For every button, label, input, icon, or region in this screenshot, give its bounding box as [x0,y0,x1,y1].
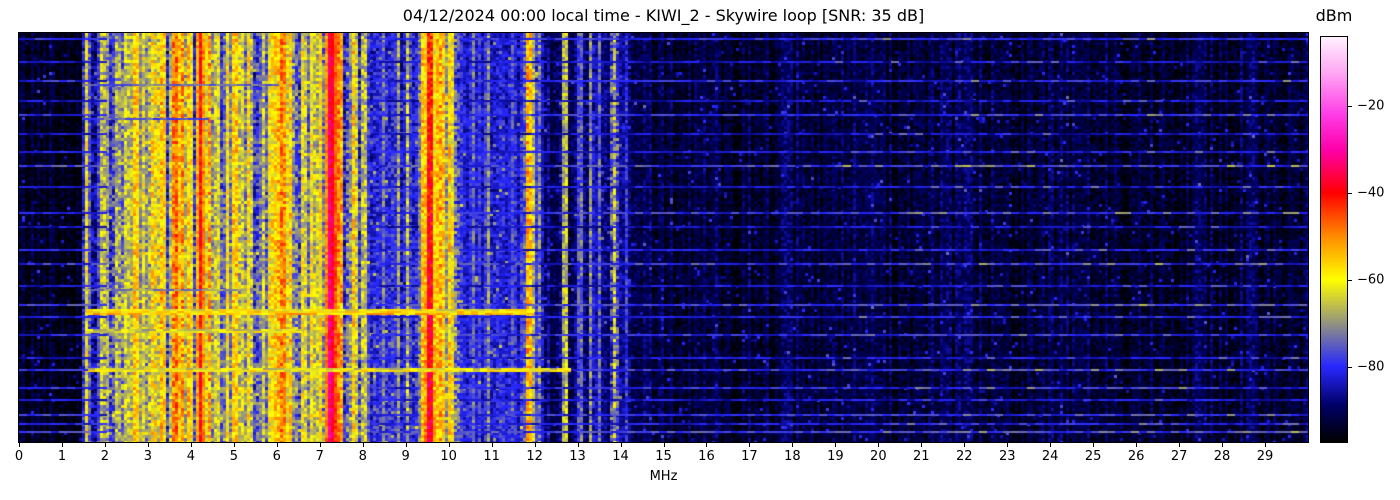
x-tick-label: 1 [57,449,67,464]
x-tick-mark [276,443,278,447]
x-tick-label: 17 [741,449,758,464]
colorbar-tick-mark [1348,366,1352,368]
colorbar-tick-label: −60 [1357,272,1385,288]
x-tick-label: 29 [1256,449,1274,464]
colorbar-tick-label: −80 [1357,359,1385,375]
x-tick-mark [1265,443,1267,447]
x-tick-mark [147,443,149,447]
x-tick-mark [792,443,794,447]
x-tick-label: 22 [955,449,973,464]
x-tick-mark [104,443,106,447]
x-tick-mark [964,443,966,447]
x-axis-label: MHz [649,469,678,484]
x-tick-mark [233,443,235,447]
x-tick-label: 11 [483,449,500,464]
colorbar-tick-mark [1348,279,1352,281]
x-tick-label: 5 [229,449,238,464]
x-tick-label: 16 [698,449,715,464]
x-tick-mark [319,443,321,447]
x-tick-mark [19,443,20,447]
x-tick-label: 9 [401,449,410,464]
x-tick-mark [706,443,708,447]
colorbar-tick-label: −40 [1357,185,1385,201]
x-tick-label: 26 [1127,449,1145,464]
x-tick-mark [61,443,63,447]
x-tick-mark [878,443,880,447]
x-tick-label: 15 [655,449,672,464]
x-tick-mark [1007,443,1009,447]
x-tick-label: 20 [870,449,887,464]
chart-title: 04/12/2024 00:00 local time - KIWI_2 - S… [402,6,925,25]
x-tick-mark [1222,443,1224,447]
x-tick-label: 13 [569,449,586,464]
x-tick-mark [835,443,837,447]
x-tick-label: 3 [143,449,153,464]
x-tick-mark [405,443,407,447]
colorbar-gradient [1320,36,1348,443]
colorbar-tick-mark [1348,193,1352,194]
x-tick-mark [1093,443,1095,447]
x-tick-label: 19 [827,449,844,464]
x-tick-mark [1050,443,1052,447]
x-tick-mark [921,443,923,447]
x-tick-mark [663,443,665,447]
x-tick-label: 18 [784,449,801,464]
x-tick-label: 27 [1170,449,1188,464]
x-tick-label: 25 [1084,449,1102,464]
x-tick-mark [577,443,579,447]
x-tick-label: 12 [526,449,543,464]
x-tick-mark [749,443,751,447]
spectrogram-heatmap [18,32,1309,443]
x-tick-label: 14 [612,449,629,464]
x-tick-mark [491,443,493,447]
x-tick-mark [620,443,622,447]
x-tick-label: 24 [1041,449,1059,464]
x-tick-label: 7 [315,449,324,464]
x-tick-label: 28 [1213,449,1231,464]
x-tick-label: 10 [440,449,457,464]
x-tick-label: 23 [998,449,1016,464]
x-tick-mark [190,443,192,447]
x-tick-mark [362,443,364,447]
colorbar-tick-mark [1348,106,1352,108]
x-tick-label: 2 [100,449,110,464]
x-tick-mark [1179,443,1181,447]
colorbar-label: dBm [1315,6,1353,25]
x-tick-label: 0 [14,449,24,464]
x-tick-mark [448,443,450,447]
colorbar-tick-label: −20 [1357,98,1385,114]
x-tick-label: 8 [358,449,367,464]
x-tick-label: 4 [186,449,195,464]
waterfall-figure: 04/12/2024 00:00 local time - KIWI_2 - S… [0,0,1400,500]
x-tick-mark [1136,443,1138,447]
x-tick-mark [534,443,536,447]
x-tick-label: 6 [272,449,281,464]
x-tick-label: 21 [913,449,930,464]
